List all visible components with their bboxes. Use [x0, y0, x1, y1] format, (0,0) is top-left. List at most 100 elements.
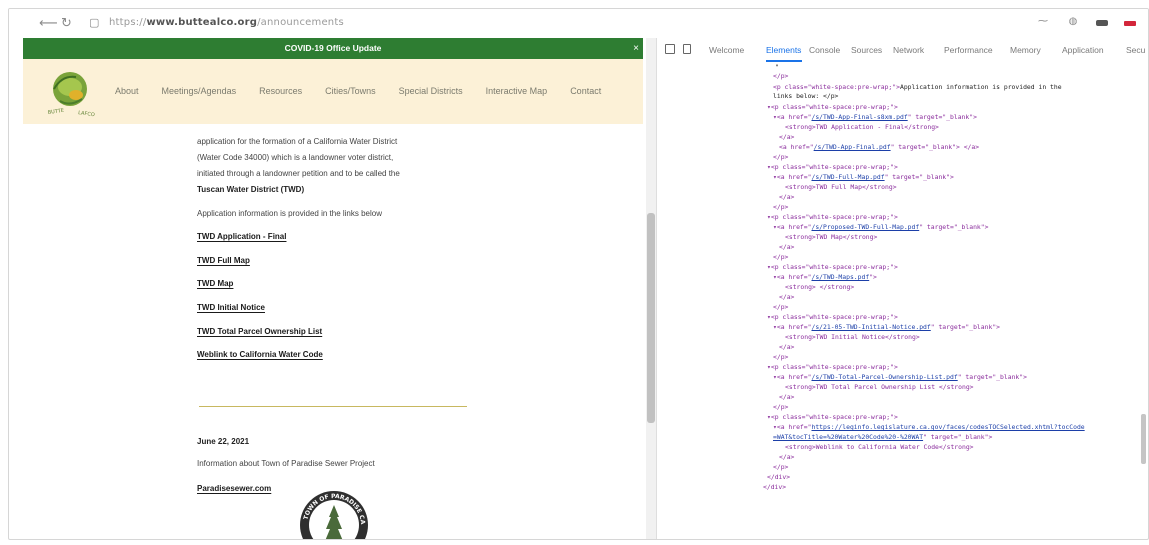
site-scrollbar[interactable] [646, 38, 656, 539]
code-line[interactable]: ▾<a href="/s/21-05-TWD-Initial-Notice.pd… [773, 323, 1000, 331]
code-line[interactable]: ▾<p class="white-space:pre-wrap;"> [767, 263, 898, 271]
butte-lafco-logo[interactable]: BUTTE LAFCO [42, 65, 98, 117]
district-name: Tuscan Water District (TWD) [197, 185, 305, 194]
tab-network[interactable]: Network [893, 45, 924, 55]
code-line: links below: </p> [773, 92, 839, 100]
code-line: </div> [763, 483, 787, 491]
link-twd-application[interactable]: TWD Application - Final [197, 232, 286, 241]
code-line[interactable]: ▾<a href="/s/TWD-Total-Parcel-Ownership-… [773, 373, 1027, 381]
code-line: <strong>TWD Total Parcel Ownership List … [785, 383, 974, 391]
code-line: </p> [773, 153, 789, 161]
tab-memory[interactable]: Memory [1010, 45, 1041, 55]
code-line[interactable]: <p class="white-space:pre-wrap;">Applica… [773, 83, 1062, 91]
tab-elements[interactable]: Elements [766, 45, 801, 55]
code-line[interactable]: ▾<p class="white-space:pre-wrap;"> [767, 163, 898, 171]
devtools-scrollbar[interactable] [1141, 414, 1146, 464]
code-line[interactable]: ▾<a href="https://leginfo.legislature.ca… [773, 423, 1085, 431]
page-info-icon[interactable]: ▢ [89, 16, 99, 29]
code-line[interactable]: =WAT&tocTitle=%20Water%20Code%20-%20WAT"… [773, 433, 992, 441]
code-line: </a> [779, 293, 795, 301]
link-water-code[interactable]: Weblink to California Water Code [197, 350, 323, 359]
covid-banner-text: COVID-19 Office Update [284, 43, 382, 53]
code-line[interactable]: ▾<p class="white-space:pre-wrap;"> [767, 213, 898, 221]
nav-about[interactable]: About [115, 86, 139, 96]
code-line[interactable]: <a href="/s/TWD-App-Final.pdf" target="_… [779, 143, 979, 151]
tab-sources[interactable]: Sources [851, 45, 882, 55]
tab-welcome[interactable]: Welcome [709, 45, 744, 55]
browser-extensions: ⁓ ◍ [1036, 17, 1136, 27]
nav-special-districts[interactable]: Special Districts [399, 86, 463, 96]
code-line: </a> [779, 393, 795, 401]
nav-resources[interactable]: Resources [259, 86, 302, 96]
url-prefix: https:// [109, 17, 147, 28]
device-toggle-icon[interactable] [683, 44, 691, 54]
dom-tree: " </p> <p class="white-space:pre-wrap;">… [763, 61, 1144, 539]
translate-icon[interactable]: ⁓ [1036, 17, 1050, 27]
code-line: <strong>TWD Application - Final</strong> [785, 123, 939, 131]
site-header: BUTTE LAFCO About Meetings/Agendas Resou… [23, 59, 643, 124]
code-line: <strong> </strong> [785, 283, 855, 291]
code-line: <strong>TWD Full Map</strong> [785, 183, 897, 191]
reload-icon[interactable]: ↻ [61, 16, 72, 31]
link-twd-parcel-list[interactable]: TWD Total Parcel Ownership List [197, 327, 322, 336]
code-line: </p> [773, 303, 789, 311]
browser-window: ⟵ ↻ ▢ https://www.buttealco.org/announce… [8, 8, 1149, 540]
tab-performance[interactable]: Performance [944, 45, 993, 55]
code-line[interactable]: ▾<p class="white-space:pre-wrap;"> [767, 103, 898, 111]
tab-application[interactable]: Application [1062, 45, 1104, 55]
code-line: </a> [779, 243, 795, 251]
code-line: </a> [779, 453, 795, 461]
town-of-paradise-seal: TOWN OF PARADISE CALIFORNIA [293, 481, 368, 539]
body-text: (Water Code 34000) which is a landowner … [197, 153, 394, 162]
url-path: /announcements [257, 17, 344, 28]
code-line[interactable]: ▾<p class="white-space:pre-wrap;"> [767, 413, 898, 421]
code-line[interactable]: ▾<p class="white-space:pre-wrap;"> [767, 313, 898, 321]
body-text: application for the formation of a Calif… [197, 137, 398, 146]
code-line: </p> [773, 403, 789, 411]
code-line: </p> [773, 72, 789, 80]
link-paradise-sewer[interactable]: Paradisesewer.com [197, 484, 271, 493]
inspect-icon[interactable] [665, 44, 675, 54]
code-line: </div> [767, 473, 791, 481]
sewer-text: Information about Town of Paradise Sewer… [197, 459, 375, 468]
code-line: <strong>Weblink to California Water Code… [785, 443, 974, 451]
link-twd-initial-notice[interactable]: TWD Initial Notice [197, 303, 265, 312]
code-line: </a> [779, 133, 795, 141]
code-line[interactable]: ▾<a href="/s/Proposed-TWD-Full-Map.pdf" … [773, 223, 988, 231]
code-line[interactable]: ▾<a href="/s/TWD-Maps.pdf"> [773, 273, 877, 281]
browser-toolbar: ⟵ ↻ ▢ https://www.buttealco.org/announce… [9, 9, 1148, 39]
devtools-divider[interactable] [656, 38, 657, 539]
site-scrollbar-thumb[interactable] [647, 213, 655, 423]
tab-console[interactable]: Console [809, 45, 840, 55]
code-line: " [775, 63, 779, 71]
body-text: initiated through a landowner petition a… [197, 169, 400, 178]
code-line: </p> [773, 463, 789, 471]
nav-contact[interactable]: Contact [570, 86, 601, 96]
address-bar[interactable]: https://www.buttealco.org/announcements [109, 17, 344, 28]
divider [199, 406, 467, 407]
close-icon[interactable]: × [633, 38, 639, 59]
code-line: </p> [773, 203, 789, 211]
svg-text:BUTTE: BUTTE [47, 108, 64, 116]
back-icon[interactable]: ⟵ [39, 16, 58, 31]
link-twd-full-map[interactable]: TWD Full Map [197, 256, 250, 265]
info-text: Application information is provided in t… [197, 209, 382, 218]
code-line: </p> [773, 353, 789, 361]
link-twd-map[interactable]: TWD Map [197, 279, 233, 288]
extension-icon[interactable]: ◍ [1066, 17, 1080, 27]
nav-cities-towns[interactable]: Cities/Towns [325, 86, 376, 96]
code-line[interactable]: ▾<p class="white-space:pre-wrap;"> [767, 363, 898, 371]
code-line: <strong>TWD Map</strong> [785, 233, 878, 241]
nav-meetings-agendas[interactable]: Meetings/Agendas [162, 86, 237, 96]
tab-security[interactable]: Secu [1126, 45, 1145, 55]
code-line: </a> [779, 343, 795, 351]
devtools-tabbar: Welcome Elements Console Sources Network… [657, 40, 1148, 62]
url-domain: www.buttealco.org [146, 17, 258, 28]
code-line[interactable]: ▾<a href="/s/TWD-App-Final-s8xm.pdf" tar… [773, 113, 977, 121]
profile-icon[interactable] [1096, 20, 1108, 26]
code-line[interactable]: ▾<a href="/s/TWD-Full-Map.pdf" target="_… [773, 173, 954, 181]
menu-icon[interactable] [1124, 20, 1136, 26]
covid-banner[interactable]: COVID-19 Office Update × [23, 38, 643, 59]
nav-interactive-map[interactable]: Interactive Map [486, 86, 548, 96]
code-line: </a> [779, 193, 795, 201]
